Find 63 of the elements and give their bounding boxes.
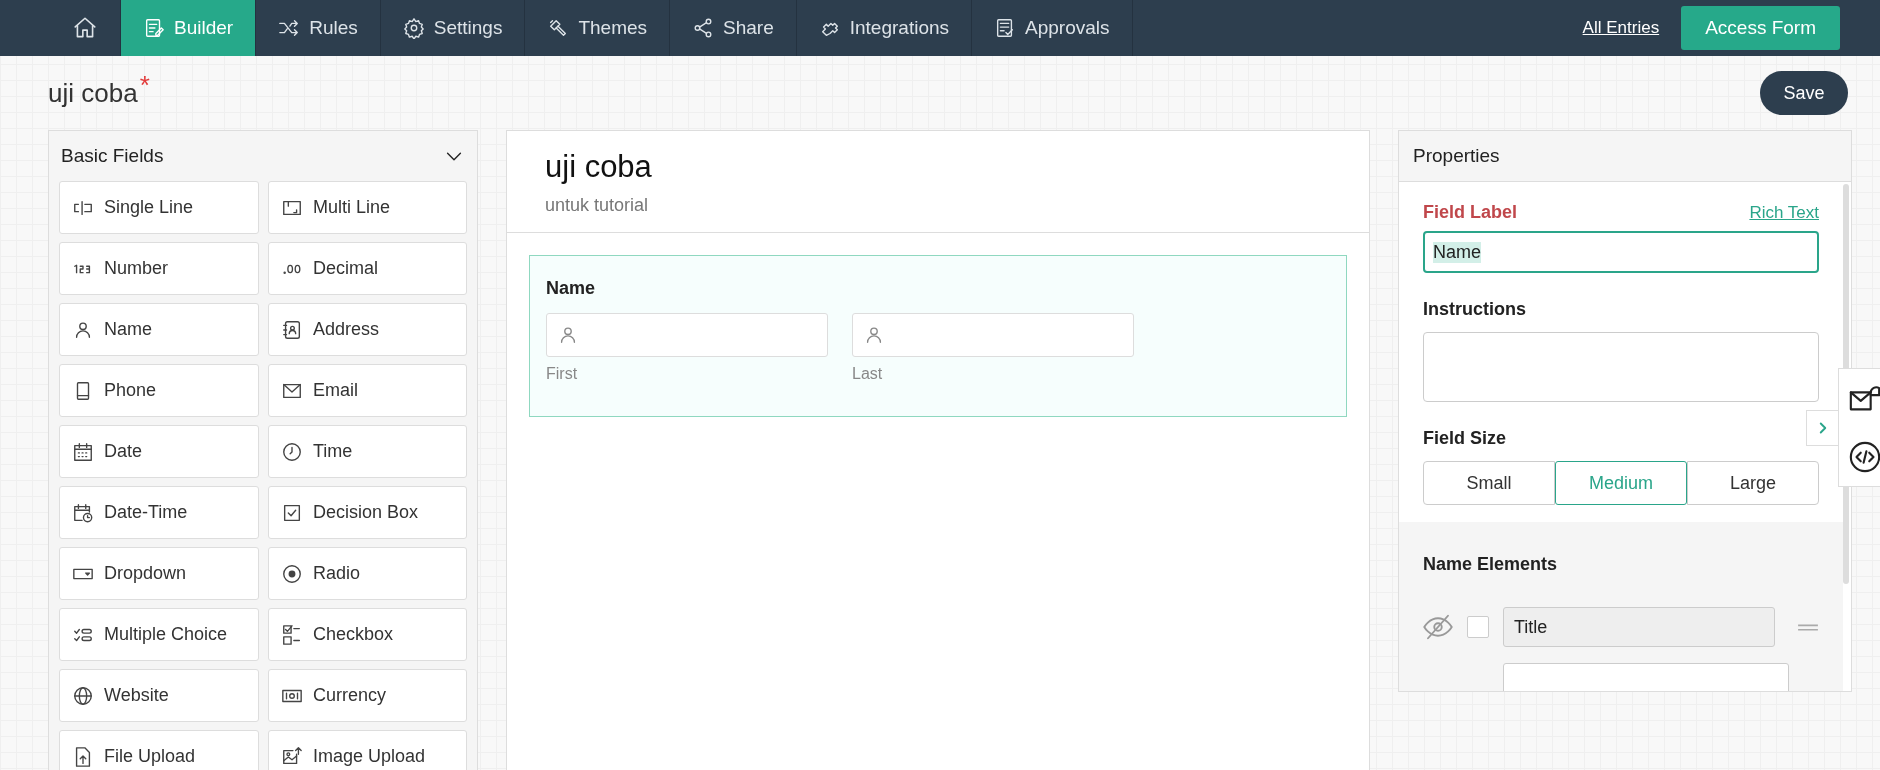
field-type-button[interactable]: Multiple Choice <box>59 608 259 661</box>
name-field-block[interactable]: Name First Last <box>529 255 1347 417</box>
globe-icon <box>72 684 94 707</box>
panel-title: Basic Fields <box>61 145 164 167</box>
label-input[interactable]: Name <box>1423 231 1819 273</box>
field-type-button[interactable]: Date <box>59 425 259 478</box>
form-description: untuk tutorial <box>545 195 650 216</box>
field-type-button[interactable]: Address <box>268 303 467 356</box>
field-type-button[interactable]: Phone <box>59 364 259 417</box>
field-type-button[interactable]: Checkbox <box>268 608 467 661</box>
field-type-button[interactable]: Multi Line <box>268 181 467 234</box>
field-label-heading: Field Label <box>1423 202 1518 223</box>
unsaved-asterisk: * <box>139 70 150 101</box>
field-type-button[interactable]: File Upload <box>59 730 259 770</box>
field-sublabel: First <box>546 365 579 383</box>
drag-handle-icon[interactable] <box>1797 623 1819 631</box>
nav-tab[interactable]: Settings <box>380 0 526 56</box>
field-type-button[interactable]: Image Upload <box>268 730 467 770</box>
clock-icon <box>281 440 303 463</box>
element-input[interactable]: Title <box>1503 607 1775 647</box>
calendar-clock-icon <box>72 501 94 524</box>
field-type-button[interactable]: Decision Box <box>268 486 467 539</box>
checkboxes-icon <box>281 623 303 646</box>
size-option[interactable]: Small <box>1423 461 1555 505</box>
nav-tab[interactable]: Rules <box>256 0 381 56</box>
field-type-button[interactable]: Single Line <box>59 181 259 234</box>
field-type-button[interactable]: Dropdown <box>59 547 259 600</box>
checkbox[interactable] <box>1467 616 1489 638</box>
form-heading: uji coba <box>545 149 653 185</box>
nav-tab[interactable]: Themes <box>525 0 671 56</box>
save-button[interactable]: Save <box>1760 71 1848 115</box>
input-field[interactable] <box>546 313 828 357</box>
field-type-button[interactable]: Website <box>59 669 259 722</box>
form-title: uji coba <box>48 77 138 109</box>
size-option[interactable]: Large <box>1687 461 1819 505</box>
field-type-button[interactable]: Time <box>268 425 467 478</box>
nav-tab[interactable]: Approvals <box>972 0 1133 56</box>
panel-title: Properties <box>1413 145 1500 167</box>
form-edit-icon <box>143 17 165 39</box>
field-type-button[interactable]: Decimal <box>268 242 467 295</box>
field-type-button[interactable]: Radio <box>268 547 467 600</box>
nav-tab[interactable]: Share <box>670 0 797 56</box>
settings-icon <box>402 17 425 39</box>
expand-button[interactable] <box>1806 410 1838 446</box>
field-label: Name <box>546 278 597 299</box>
all-entries-link[interactable]: All Entries <box>1582 18 1660 38</box>
code-icon <box>1848 439 1880 474</box>
calendar-icon <box>72 440 94 463</box>
field-type-button[interactable]: Date-Time <box>59 486 259 539</box>
input-field[interactable] <box>852 313 1134 357</box>
instructions-heading: Instructions <box>1423 299 1527 320</box>
contact-book-icon <box>281 318 303 341</box>
field-type-button[interactable]: Currency <box>268 669 467 722</box>
name-elements-heading: Name Elements <box>1423 554 1559 575</box>
radio-icon <box>281 562 303 585</box>
nav-tab[interactable]: Integrations <box>796 0 973 56</box>
field-size-heading: Field Size <box>1423 428 1508 449</box>
field-type-button[interactable]: Name <box>59 303 259 356</box>
field-type-button[interactable]: Number <box>59 242 259 295</box>
field-type-button[interactable]: Email <box>268 364 467 417</box>
shuffle-icon <box>278 17 301 39</box>
field-sublabel: Last <box>852 365 884 383</box>
instructions-input[interactable] <box>1423 332 1819 402</box>
